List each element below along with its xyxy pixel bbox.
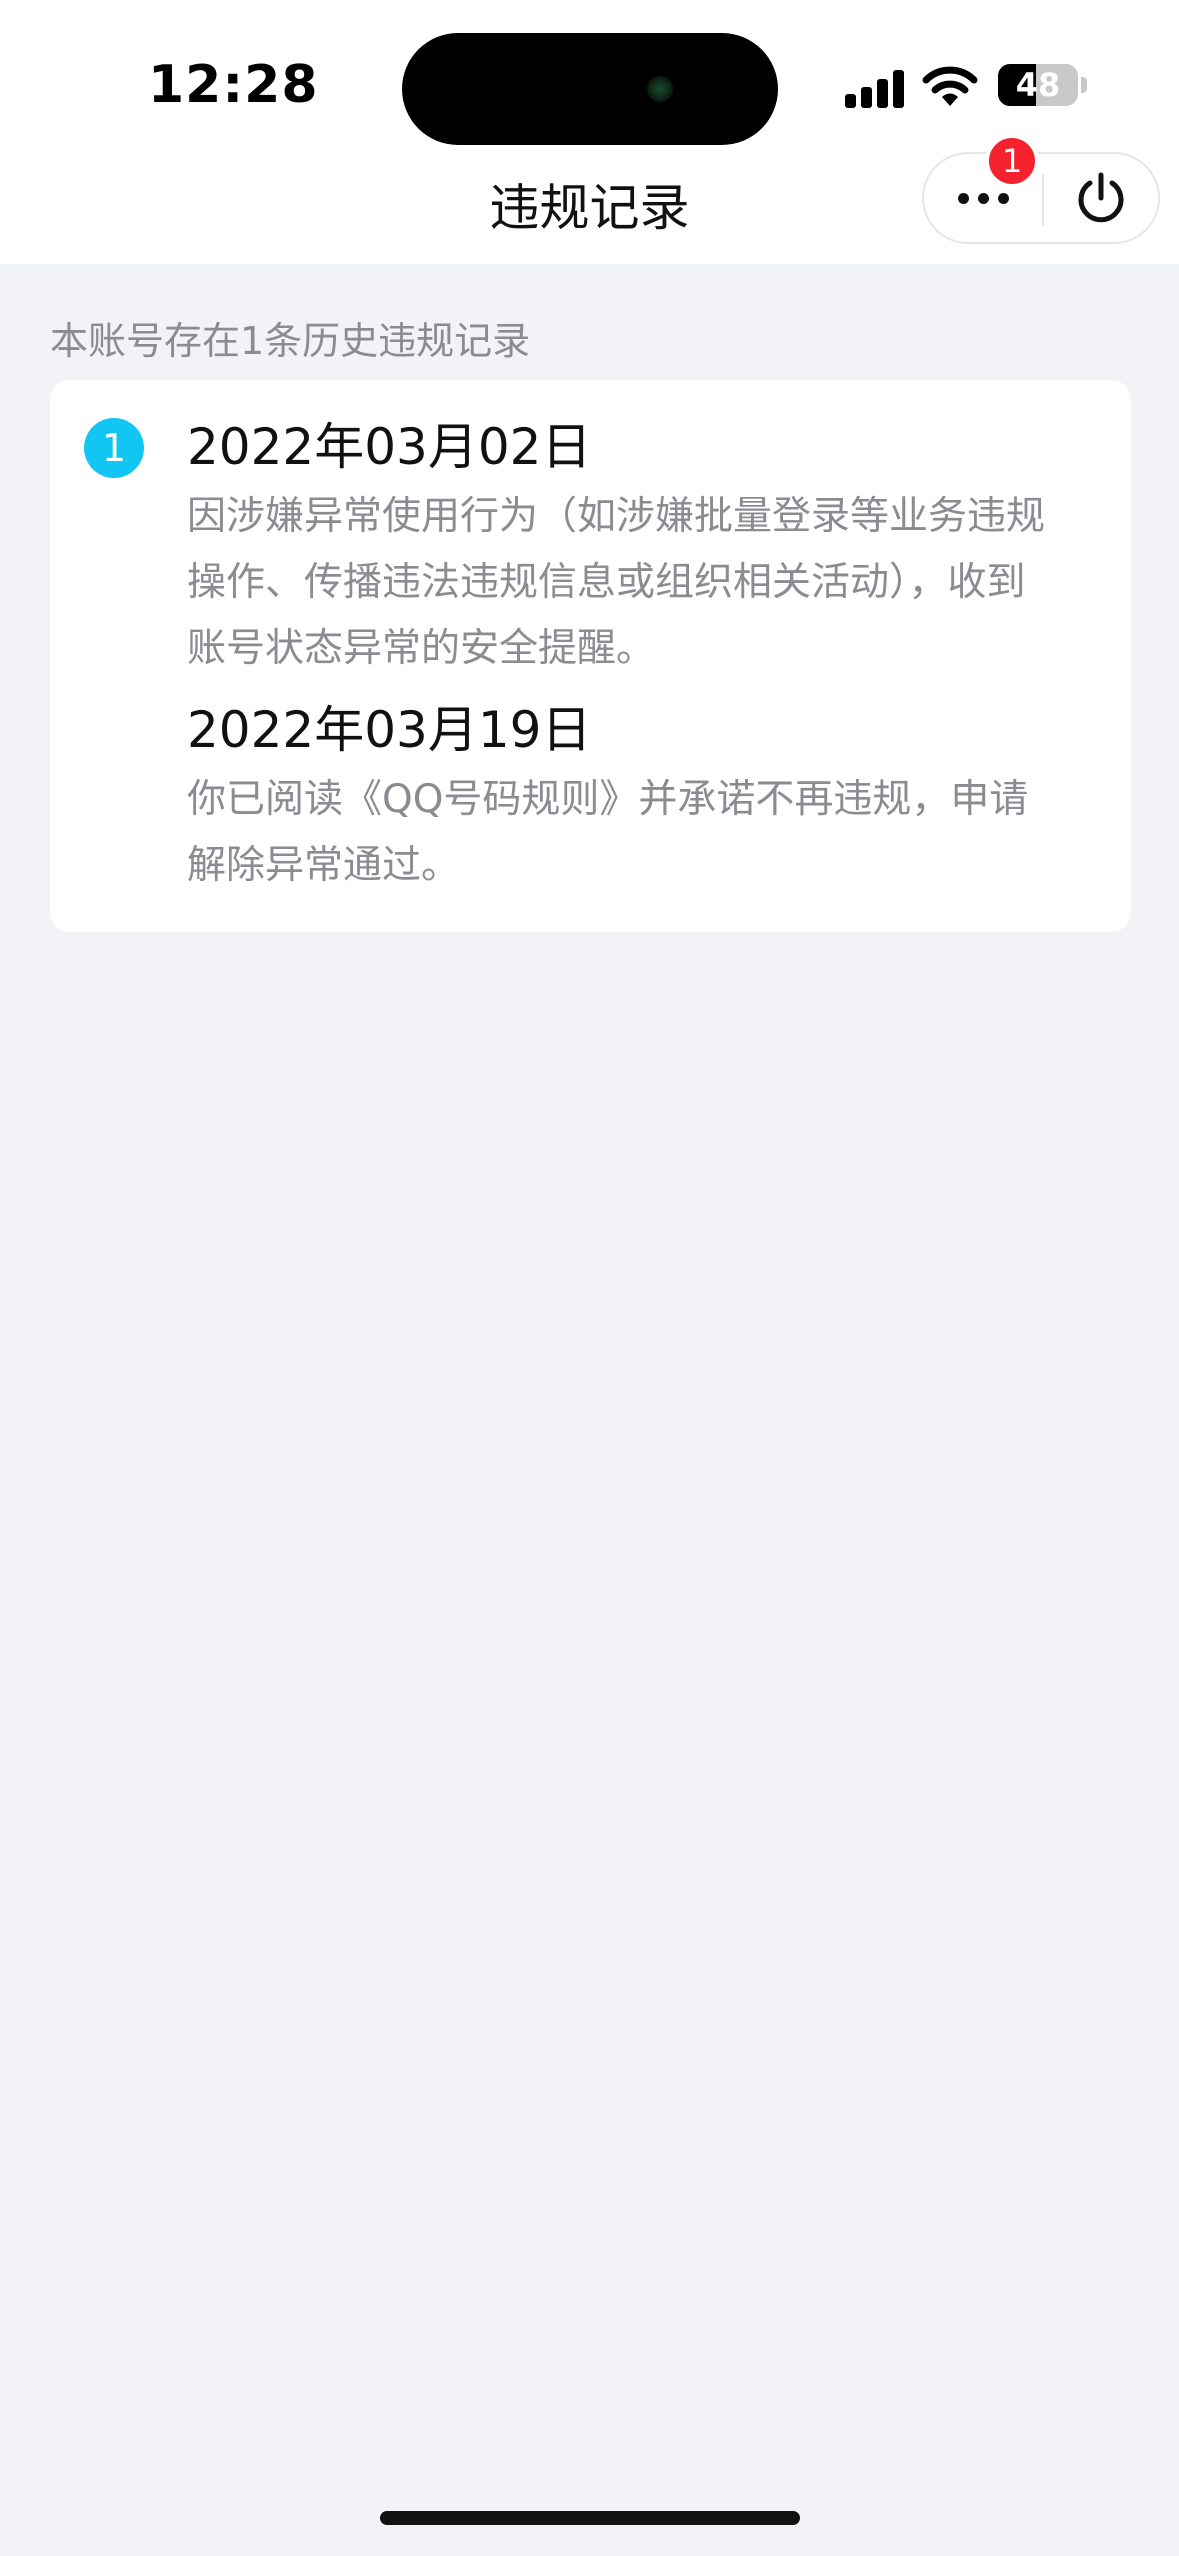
battery-icon: 48: [998, 64, 1078, 106]
record-description: 因涉嫌异常使用行为（如涉嫌批量登录等业务违规 操作、传播违法违规信息或组织相关活…: [187, 484, 1087, 682]
dynamic-island: [402, 33, 778, 145]
header: 12:28 48 违规记录 1: [0, 0, 1179, 264]
battery-level: 48: [1015, 66, 1061, 104]
description-line: 账号状态异常的安全提醒。: [187, 626, 656, 671]
record-description: 你已阅读《QQ号码规则》并承诺不再违规，申请 解除异常通过。: [187, 767, 1087, 899]
description-line: 因涉嫌异常使用行为（如涉嫌批量登录等业务违规: [187, 494, 1046, 539]
home-indicator: [380, 2511, 800, 2525]
summary-text: 本账号存在1条历史违规记录: [50, 319, 531, 363]
description-line: 操作、传播违法违规信息或组织相关活动），收到: [187, 560, 1026, 605]
close-button[interactable]: [1044, 154, 1158, 242]
notification-badge: 1: [985, 134, 1039, 188]
record-date: 2022年03月02日: [187, 418, 592, 476]
power-icon: [1078, 172, 1124, 223]
status-time: 12:28: [148, 55, 319, 115]
wifi-icon: [922, 66, 978, 106]
record-index-badge: 1: [84, 418, 144, 478]
cellular-signal-icon: [845, 68, 907, 108]
description-line: 解除异常通过。: [187, 843, 461, 888]
battery-tip: [1081, 77, 1087, 93]
mini-program-capsule: [922, 152, 1160, 244]
record-date: 2022年03月19日: [187, 701, 592, 759]
description-line: 你已阅读《QQ号码规则》并承诺不再违规，申请: [187, 777, 1029, 822]
more-dots-icon: [957, 192, 1009, 204]
camera-dot: [647, 76, 673, 102]
